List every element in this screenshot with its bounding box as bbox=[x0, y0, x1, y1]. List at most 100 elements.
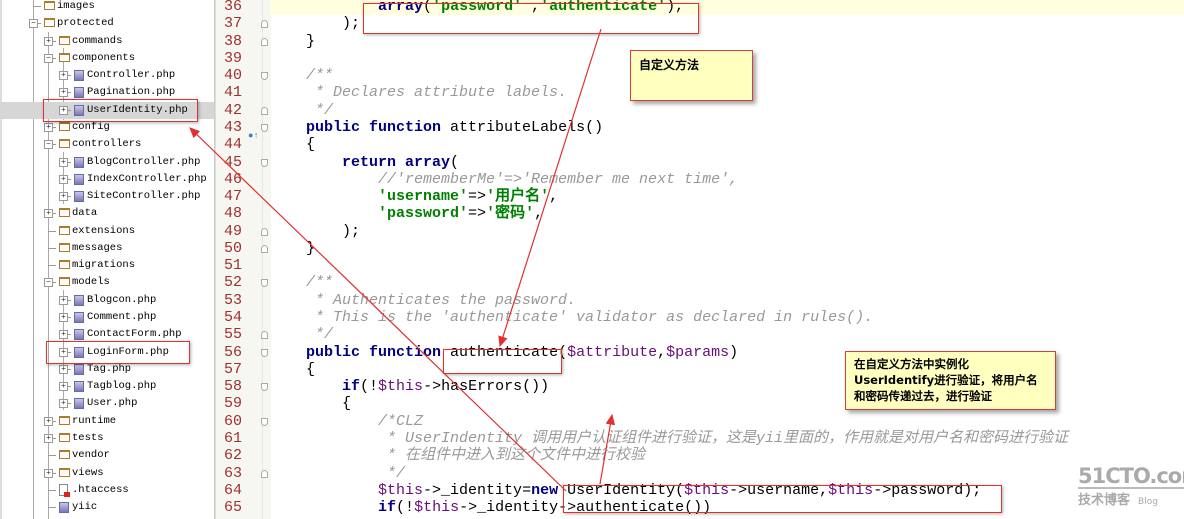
tree-item[interactable]: + SiteController.php bbox=[0, 188, 214, 205]
tree-item[interactable]: migrations bbox=[0, 257, 214, 274]
code-line[interactable]: } bbox=[270, 240, 1184, 257]
fold-marker-icon[interactable] bbox=[261, 158, 268, 167]
collapse-icon[interactable]: − bbox=[29, 19, 38, 29]
tree-item[interactable]: vendor bbox=[0, 447, 214, 464]
tree-item[interactable]: + commands bbox=[0, 33, 214, 50]
expand-icon[interactable]: + bbox=[44, 209, 53, 219]
line-number: 60 bbox=[224, 412, 243, 430]
tree-item[interactable]: + data bbox=[0, 205, 214, 222]
code-line[interactable]: * This is the 'authenticate' validator a… bbox=[270, 309, 1184, 326]
code-line[interactable]: * 在组件中进入到这个文件中进行校验 bbox=[270, 447, 1184, 464]
code-line[interactable]: * UserIndentity 调用用户认证组件进行验证，这是yii里面的，作用… bbox=[270, 430, 1184, 447]
tree-item[interactable]: images bbox=[0, 0, 214, 15]
tree-item[interactable]: + tests bbox=[0, 430, 214, 447]
expand-icon[interactable]: + bbox=[44, 434, 53, 443]
expand-icon[interactable]: + bbox=[44, 468, 53, 478]
code-line[interactable]: { bbox=[270, 136, 1184, 153]
code-line[interactable]: 'username'=>'用户名', bbox=[270, 188, 1184, 205]
code-token: public function bbox=[306, 118, 442, 136]
highlight-box-authenticate bbox=[443, 349, 562, 374]
fold-marker-icon[interactable] bbox=[261, 72, 268, 81]
line-number: 56 bbox=[224, 343, 243, 361]
fold-marker-icon[interactable] bbox=[261, 469, 268, 478]
code-line[interactable] bbox=[270, 257, 1184, 274]
fold-marker-icon[interactable] bbox=[261, 244, 268, 253]
code-token: ->hasErrors()) bbox=[423, 378, 550, 396]
tree-item[interactable]: + BlogController.php bbox=[0, 154, 214, 171]
code-line[interactable]: */ bbox=[270, 326, 1184, 343]
fold-marker-icon[interactable] bbox=[261, 227, 268, 236]
expand-icon[interactable]: + bbox=[59, 192, 68, 202]
code-line[interactable]: ); bbox=[270, 223, 1184, 240]
fold-marker-icon[interactable] bbox=[261, 37, 268, 46]
code-line[interactable]: */ bbox=[270, 465, 1184, 482]
tree-item[interactable]: + IndexController.php bbox=[0, 171, 214, 188]
collapse-icon[interactable]: − bbox=[44, 278, 53, 288]
expand-icon[interactable]: + bbox=[59, 399, 68, 409]
code-line[interactable]: /** bbox=[270, 274, 1184, 291]
expand-icon[interactable]: + bbox=[59, 157, 68, 167]
tree-item[interactable]: + Comment.php bbox=[0, 309, 214, 326]
fold-marker-icon[interactable] bbox=[261, 123, 268, 132]
line-number: 37 bbox=[224, 15, 243, 33]
tree-item[interactable]: yiic bbox=[0, 499, 214, 516]
expand-icon[interactable]: + bbox=[59, 295, 68, 305]
expand-icon[interactable]: + bbox=[59, 174, 68, 184]
code-line[interactable]: } bbox=[270, 33, 1184, 50]
collapse-icon[interactable]: − bbox=[44, 53, 53, 63]
fold-marker-icon[interactable] bbox=[261, 20, 268, 29]
folder-icon bbox=[59, 433, 70, 442]
line-number: 54 bbox=[224, 309, 243, 327]
line-number: 42 bbox=[224, 101, 243, 119]
code-line[interactable]: */ bbox=[270, 102, 1184, 119]
tree-connector bbox=[48, 489, 56, 491]
tree-item[interactable]: + Blogcon.php bbox=[0, 292, 214, 309]
override-marker-icon[interactable]: ●↑ bbox=[248, 131, 259, 141]
code-line[interactable]: return array( bbox=[270, 154, 1184, 171]
expand-icon[interactable]: + bbox=[44, 122, 53, 132]
tree-item[interactable]: + Tagblog.php bbox=[0, 378, 214, 395]
tree-item[interactable]: + Controller.php bbox=[0, 67, 214, 84]
folder-icon bbox=[59, 121, 70, 131]
tree-item[interactable]: .htaccess bbox=[0, 482, 214, 499]
code-line[interactable]: /*CLZ bbox=[270, 413, 1184, 430]
code-line[interactable]: public function attributeLabels() bbox=[270, 119, 1184, 136]
tree-item[interactable]: messages bbox=[0, 240, 214, 257]
expand-icon[interactable]: + bbox=[59, 88, 68, 98]
tree-connector bbox=[48, 247, 56, 249]
expand-icon[interactable]: + bbox=[59, 364, 68, 374]
collapse-icon[interactable]: − bbox=[44, 140, 53, 150]
line-number: 59 bbox=[224, 395, 243, 413]
expand-icon[interactable]: + bbox=[59, 313, 68, 323]
code-line[interactable]: * Authenticates the password. bbox=[270, 292, 1184, 309]
tree-item[interactable]: + views bbox=[0, 465, 214, 482]
php-file-icon bbox=[74, 70, 84, 82]
code-line[interactable]: //'rememberMe'=>'Remember me next time', bbox=[270, 171, 1184, 188]
expand-icon[interactable]: + bbox=[44, 36, 53, 46]
tree-item[interactable]: − protected bbox=[0, 15, 214, 32]
fold-marker-icon[interactable] bbox=[261, 383, 268, 392]
expand-icon[interactable]: + bbox=[59, 330, 68, 340]
tree-item[interactable]: − controllers bbox=[0, 136, 214, 153]
fold-marker-icon[interactable] bbox=[261, 331, 268, 340]
folder-icon bbox=[59, 450, 70, 460]
expand-icon[interactable]: + bbox=[59, 382, 68, 392]
tree-item[interactable]: − models bbox=[0, 274, 214, 291]
tree-item[interactable]: − components bbox=[0, 50, 214, 67]
code-token: * Declares attribute labels. bbox=[270, 84, 568, 102]
tree-item-label: IndexController.php bbox=[87, 172, 207, 185]
expand-icon[interactable]: + bbox=[44, 416, 53, 426]
code-token: , bbox=[657, 343, 667, 361]
tree-item[interactable]: + runtime bbox=[0, 413, 214, 430]
watermark-logo: 51CTO.com 技术博客 Blog bbox=[1078, 465, 1184, 508]
fold-marker-icon[interactable] bbox=[261, 417, 268, 426]
code-line[interactable]: 'password'=>'密码', bbox=[270, 205, 1184, 222]
fold-marker-icon[interactable] bbox=[261, 348, 268, 357]
tree-item[interactable]: + User.php bbox=[0, 395, 214, 412]
fold-marker-icon[interactable] bbox=[261, 106, 268, 115]
folder-icon bbox=[59, 260, 70, 270]
highlight-box-loginform-file bbox=[46, 341, 190, 364]
expand-icon[interactable]: + bbox=[59, 71, 68, 81]
tree-item[interactable]: extensions bbox=[0, 223, 214, 240]
